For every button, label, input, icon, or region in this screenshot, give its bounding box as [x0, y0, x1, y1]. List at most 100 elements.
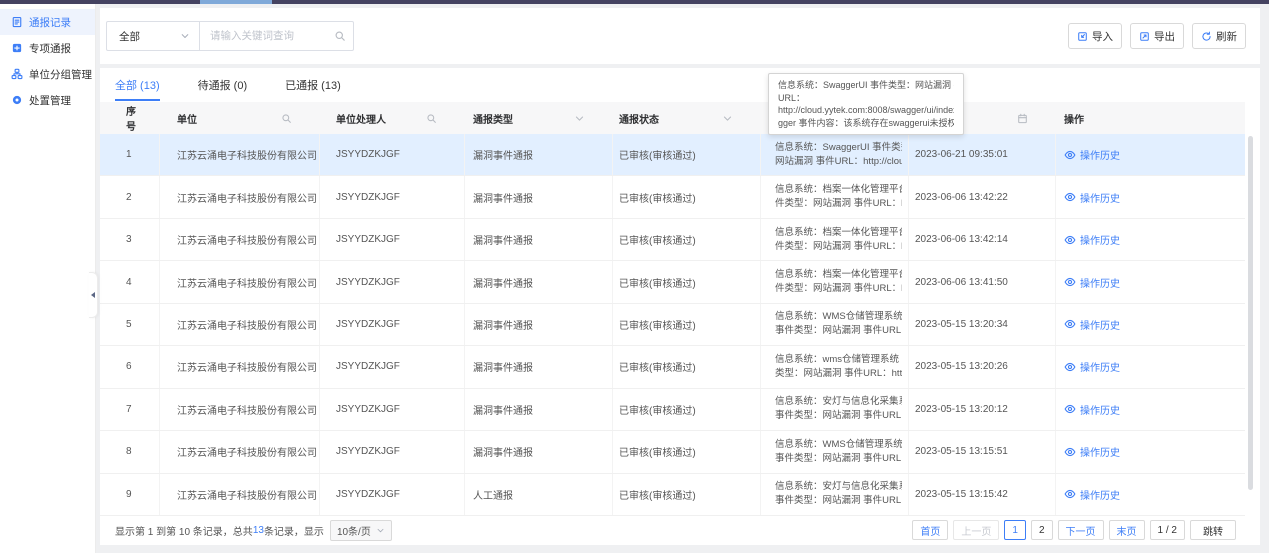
table-row[interactable]: 2江苏云涌电子科技股份有限公司JSYYDZKJGF漏洞事件通报已审核(审核通过)…	[100, 176, 1245, 218]
jump-button[interactable]: 跳转	[1190, 520, 1236, 540]
chevron-down-icon	[376, 526, 385, 535]
search-input[interactable]	[199, 21, 354, 51]
column-header-label: 通报类型	[473, 111, 513, 126]
content-line: 信息系统：安灯与信息化采集系统	[775, 395, 902, 409]
cell-report-status: 已审核(审核通过)	[613, 304, 761, 345]
operation-history-label: 操作历史	[1080, 147, 1120, 162]
content-line: 件类型：网站漏洞 事件URL：http...	[775, 282, 902, 296]
tab-all[interactable]: 全部 (13)	[115, 68, 160, 102]
refresh-button-label: 刷新	[1216, 29, 1237, 44]
operation-history-link[interactable]: 操作历史	[1064, 275, 1120, 290]
table-row[interactable]: 6江苏云涌电子科技股份有限公司JSYYDZKJGF漏洞事件通报已审核(审核通过)…	[100, 346, 1245, 388]
sidebar-item-records[interactable]: 通报记录	[0, 9, 95, 35]
import-icon	[1077, 31, 1088, 42]
export-button[interactable]: 导出	[1130, 23, 1184, 49]
page-size-select[interactable]: 10条/页	[330, 520, 392, 541]
cell-actions: 操作历史	[1056, 431, 1245, 472]
tooltip-line: gger 事件内容：该系统存在swaggerui未授权漏洞	[778, 117, 954, 130]
cell-handler: JSYYDZKJGF	[320, 431, 465, 472]
prev-page-button[interactable]: 上一页	[953, 520, 999, 540]
page-button-2[interactable]: 2	[1031, 520, 1053, 540]
cell-actions: 操作历史	[1056, 261, 1245, 302]
table-row[interactable]: 3江苏云涌电子科技股份有限公司JSYYDZKJGF漏洞事件通报已审核(审核通过)…	[100, 219, 1245, 261]
operation-history-link[interactable]: 操作历史	[1064, 402, 1120, 417]
search-icon[interactable]	[281, 113, 292, 124]
cell-actions: 操作历史	[1056, 134, 1245, 175]
cell-report-type: 漏洞事件通报	[465, 134, 613, 175]
operation-history-link[interactable]: 操作历史	[1064, 317, 1120, 332]
cell-report-type: 漏洞事件通报	[465, 219, 613, 260]
cell-unit: 江苏云涌电子科技股份有限公司	[160, 176, 320, 217]
cell-index: 9	[100, 474, 160, 515]
cell-report-time: 2023-06-06 13:42:14	[909, 219, 1056, 260]
table-row[interactable]: 8江苏云涌电子科技股份有限公司JSYYDZKJGF漏洞事件通报已审核(审核通过)…	[100, 431, 1245, 473]
table-row[interactable]: 7江苏云涌电子科技股份有限公司JSYYDZKJGF漏洞事件通报已审核(审核通过)…	[100, 389, 1245, 431]
cell-report-content: 信息系统：档案一体化管理平台 事件类型：网站漏洞 事件URL：http...	[761, 219, 909, 260]
summary-prefix: 显示第 1 到第 10 条记录，总共	[115, 523, 253, 538]
tab-notified[interactable]: 已通报 (13)	[285, 68, 341, 102]
category-select[interactable]: 全部	[106, 21, 200, 51]
cell-report-type: 漏洞事件通报	[465, 176, 613, 217]
cell-report-time: 2023-05-15 13:20:26	[909, 346, 1056, 387]
filter-group: 全部	[106, 21, 354, 51]
export-icon	[1139, 31, 1150, 42]
chevron-down-icon	[180, 31, 190, 41]
operation-history-link[interactable]: 操作历史	[1064, 232, 1120, 247]
first-page-button[interactable]: 首页	[912, 520, 948, 540]
cell-report-status: 已审核(审核通过)	[613, 346, 761, 387]
summary-total: 13	[253, 525, 264, 536]
search-box	[199, 21, 354, 51]
column-header: 序号	[100, 102, 160, 134]
cell-report-content: 信息系统：WMS仓储管理系统V1.0事件类型：网站漏洞 事件URL：h...	[761, 304, 909, 345]
table-row[interactable]: 9江苏云涌电子科技股份有限公司JSYYDZKJGF人工通报已审核(审核通过)信息…	[100, 474, 1245, 516]
sidebar-item-special[interactable]: 专项通报	[0, 35, 95, 61]
table-row[interactable]: 1江苏云涌电子科技股份有限公司JSYYDZKJGF漏洞事件通报已审核(审核通过)…	[100, 134, 1245, 176]
column-header-label: 通报状态	[619, 111, 659, 126]
calendar-icon[interactable]	[1017, 113, 1028, 124]
chevron-icon[interactable]	[574, 113, 585, 124]
cell-unit: 江苏云涌电子科技股份有限公司	[160, 261, 320, 302]
page-button-1[interactable]: 1	[1004, 520, 1026, 540]
next-page-button[interactable]: 下一页	[1058, 520, 1104, 540]
column-header: 单位处理人	[320, 102, 465, 134]
cell-report-status: 已审核(审核通过)	[613, 389, 761, 430]
event-content-tooltip: 信息系统：SwaggerUI 事件类型：网站漏洞 事件URL：http://cl…	[768, 73, 964, 135]
refresh-button[interactable]: 刷新	[1192, 23, 1246, 49]
cell-report-status: 已审核(审核通过)	[613, 261, 761, 302]
search-icon[interactable]	[426, 113, 437, 124]
sidebar-item-disposal[interactable]: 处置管理	[0, 87, 95, 113]
operation-history-label: 操作历史	[1080, 359, 1120, 374]
cell-report-type: 漏洞事件通报	[465, 261, 613, 302]
operation-history-link[interactable]: 操作历史	[1064, 444, 1120, 459]
cell-report-status: 已审核(审核通过)	[613, 176, 761, 217]
content-line: 事件类型：网站漏洞 事件URL：h...	[775, 324, 902, 338]
last-page-button[interactable]: 末页	[1109, 520, 1145, 540]
cell-report-content: 信息系统：SwaggerUI 事件类型：网站漏洞 事件URL：http://cl…	[761, 134, 909, 175]
table-header-row: 序号单位单位处理人通报类型通报状态操作	[100, 102, 1245, 134]
sidebar-item-label: 通报记录	[29, 15, 71, 30]
page-size-value: 10条/页	[337, 523, 371, 538]
cell-report-content: 信息系统：安灯与信息化采集系统事件类型：网站漏洞 事件URL：h...	[761, 474, 909, 515]
import-button[interactable]: 导入	[1068, 23, 1122, 49]
category-select-value: 全部	[119, 29, 140, 44]
operation-history-link[interactable]: 操作历史	[1064, 487, 1120, 502]
disposal-icon	[11, 94, 23, 106]
operation-history-link[interactable]: 操作历史	[1064, 359, 1120, 374]
column-header: 通报状态	[613, 102, 761, 134]
chevron-icon[interactable]	[722, 113, 733, 124]
cell-index: 2	[100, 176, 160, 217]
tab-pending[interactable]: 待通报 (0)	[198, 68, 248, 102]
summary-suffix: 条记录，显示	[264, 523, 324, 538]
table-row[interactable]: 4江苏云涌电子科技股份有限公司JSYYDZKJGF漏洞事件通报已审核(审核通过)…	[100, 261, 1245, 303]
cell-unit: 江苏云涌电子科技股份有限公司	[160, 431, 320, 472]
search-icon[interactable]	[334, 30, 346, 42]
sidebar-item-groups[interactable]: 单位分组管理	[0, 61, 95, 87]
cell-report-status: 已审核(审核通过)	[613, 431, 761, 472]
sidebar-collapse-handle[interactable]	[89, 272, 98, 318]
content-line: 事件类型：网站漏洞 事件URL：h...	[775, 409, 902, 423]
operation-history-link[interactable]: 操作历史	[1064, 147, 1120, 162]
operation-history-link[interactable]: 操作历史	[1064, 190, 1120, 205]
eye-icon	[1064, 446, 1076, 458]
table-scrollbar-thumb[interactable]	[1248, 136, 1253, 490]
table-row[interactable]: 5江苏云涌电子科技股份有限公司JSYYDZKJGF漏洞事件通报已审核(审核通过)…	[100, 304, 1245, 346]
